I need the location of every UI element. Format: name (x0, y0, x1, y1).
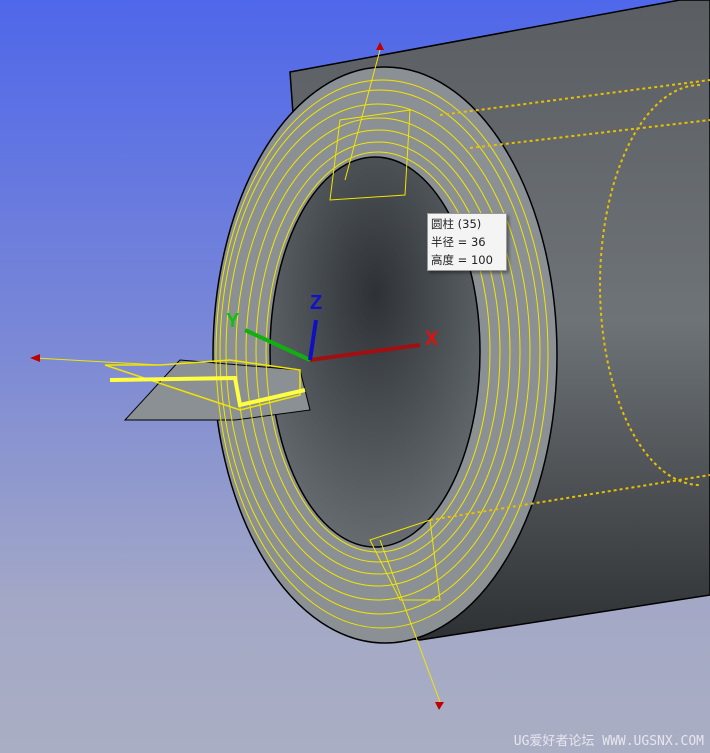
y-axis-label: Y (226, 310, 240, 332)
tooltip-title: 圆柱 (35) (431, 217, 482, 231)
selection-tooltip: 圆柱 (35) 半径 = 36 高度 = 100 (427, 213, 507, 271)
z-axis-label: Z (310, 292, 323, 314)
tooltip-height: 高度 = 100 (431, 253, 493, 267)
tooltip-radius: 半径 = 36 (431, 235, 486, 249)
x-axis-label: X (425, 328, 439, 350)
watermark: UG爱好者论坛 WWW.UGSNX.COM (513, 734, 704, 749)
3d-viewport[interactable] (0, 0, 710, 753)
